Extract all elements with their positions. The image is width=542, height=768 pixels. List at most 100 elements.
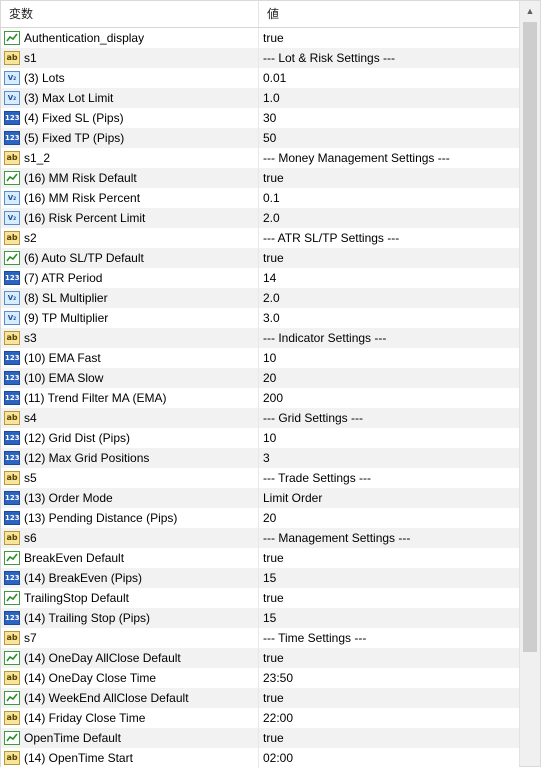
table-row[interactable]: ab s1_2 --- Money Management Settings --- <box>1 148 519 168</box>
table-row[interactable]: ab s7 --- Time Settings --- <box>1 628 519 648</box>
parameter-name-cell[interactable]: 123 (10) EMA Slow <box>1 368 259 388</box>
parameter-name-cell[interactable]: V₂ (3) Max Lot Limit <box>1 88 259 108</box>
parameter-value[interactable]: --- Grid Settings --- <box>259 408 519 428</box>
table-row[interactable]: V₂ (3) Max Lot Limit 1.0 <box>1 88 519 108</box>
table-row[interactable]: (6) Auto SL/TP Default true <box>1 248 519 268</box>
parameter-value[interactable]: true <box>259 548 519 568</box>
table-row[interactable]: 123 (12) Grid Dist (Pips) 10 <box>1 428 519 448</box>
table-row[interactable]: 123 (7) ATR Period 14 <box>1 268 519 288</box>
parameter-name-cell[interactable]: ab s2 <box>1 228 259 248</box>
parameter-value[interactable]: 14 <box>259 268 519 288</box>
parameter-name-cell[interactable]: ab s3 <box>1 328 259 348</box>
parameter-value[interactable]: true <box>259 248 519 268</box>
table-row[interactable]: V₂ (16) Risk Percent Limit 2.0 <box>1 208 519 228</box>
parameter-value[interactable]: --- ATR SL/TP Settings --- <box>259 228 519 248</box>
parameter-name-cell[interactable]: V₂ (16) Risk Percent Limit <box>1 208 259 228</box>
parameter-name-cell[interactable]: ab (14) OpenTime Start <box>1 748 259 768</box>
parameter-name-cell[interactable]: 123 (13) Order Mode <box>1 488 259 508</box>
parameter-name-cell[interactable]: ab s1_2 <box>1 148 259 168</box>
table-row[interactable]: V₂ (8) SL Multiplier 2.0 <box>1 288 519 308</box>
parameter-value[interactable]: --- Indicator Settings --- <box>259 328 519 348</box>
parameter-name-cell[interactable]: 123 (12) Grid Dist (Pips) <box>1 428 259 448</box>
table-row[interactable]: ab s5 --- Trade Settings --- <box>1 468 519 488</box>
parameter-name-cell[interactable]: 123 (10) EMA Fast <box>1 348 259 368</box>
table-row[interactable]: ab s4 --- Grid Settings --- <box>1 408 519 428</box>
parameter-value[interactable]: 30 <box>259 108 519 128</box>
table-row[interactable]: 123 (5) Fixed TP (Pips) 50 <box>1 128 519 148</box>
parameter-value[interactable]: --- Lot & Risk Settings --- <box>259 48 519 68</box>
parameter-value[interactable]: 15 <box>259 608 519 628</box>
parameter-name-cell[interactable]: V₂ (16) MM Risk Percent <box>1 188 259 208</box>
table-row[interactable]: 123 (14) BreakEven (Pips) 15 <box>1 568 519 588</box>
parameter-value[interactable]: 2.0 <box>259 208 519 228</box>
parameter-value[interactable]: Limit Order <box>259 488 519 508</box>
parameter-name-cell[interactable]: (6) Auto SL/TP Default <box>1 248 259 268</box>
table-row[interactable]: BreakEven Default true <box>1 548 519 568</box>
parameter-name-cell[interactable]: 123 (12) Max Grid Positions <box>1 448 259 468</box>
parameter-value[interactable]: 10 <box>259 348 519 368</box>
parameter-value[interactable]: true <box>259 168 519 188</box>
scrollbar-thumb[interactable] <box>523 22 537 652</box>
parameter-name-cell[interactable]: 123 (11) Trend Filter MA (EMA) <box>1 388 259 408</box>
parameter-value[interactable]: 23:50 <box>259 668 519 688</box>
parameter-name-cell[interactable]: 123 (7) ATR Period <box>1 268 259 288</box>
parameter-value[interactable]: --- Management Settings --- <box>259 528 519 548</box>
table-row[interactable]: ab s2 --- ATR SL/TP Settings --- <box>1 228 519 248</box>
parameter-name-cell[interactable]: V₂ (3) Lots <box>1 68 259 88</box>
table-row[interactable]: ab s1 --- Lot & Risk Settings --- <box>1 48 519 68</box>
parameter-value[interactable]: true <box>259 688 519 708</box>
table-row[interactable]: V₂ (9) TP Multiplier 3.0 <box>1 308 519 328</box>
table-row[interactable]: 123 (13) Order Mode Limit Order <box>1 488 519 508</box>
table-row[interactable]: ab s6 --- Management Settings --- <box>1 528 519 548</box>
parameter-value[interactable]: 20 <box>259 368 519 388</box>
table-row[interactable]: 123 (4) Fixed SL (Pips) 30 <box>1 108 519 128</box>
parameter-name-cell[interactable]: Authentication_display <box>1 28 259 48</box>
parameter-name-cell[interactable]: ab s6 <box>1 528 259 548</box>
parameter-value[interactable]: 0.01 <box>259 68 519 88</box>
table-row[interactable]: OpenTime Default true <box>1 728 519 748</box>
parameter-name-cell[interactable]: TrailingStop Default <box>1 588 259 608</box>
parameter-name-cell[interactable]: ab s1 <box>1 48 259 68</box>
parameter-name-cell[interactable]: (14) OneDay AllClose Default <box>1 648 259 668</box>
table-row[interactable]: ab (14) Friday Close Time 22:00 <box>1 708 519 728</box>
parameter-name-cell[interactable]: ab s4 <box>1 408 259 428</box>
table-row[interactable]: 123 (13) Pending Distance (Pips) 20 <box>1 508 519 528</box>
parameter-name-cell[interactable]: ab (14) Friday Close Time <box>1 708 259 728</box>
parameter-value[interactable]: --- Money Management Settings --- <box>259 148 519 168</box>
parameter-name-cell[interactable]: ab s5 <box>1 468 259 488</box>
column-header-value[interactable]: 値 <box>259 1 519 27</box>
parameter-name-cell[interactable]: 123 (4) Fixed SL (Pips) <box>1 108 259 128</box>
table-row[interactable]: (16) MM Risk Default true <box>1 168 519 188</box>
table-row[interactable]: 123 (14) Trailing Stop (Pips) 15 <box>1 608 519 628</box>
parameter-value[interactable]: 10 <box>259 428 519 448</box>
parameter-name-cell[interactable]: 123 (14) BreakEven (Pips) <box>1 568 259 588</box>
table-row[interactable]: V₂ (3) Lots 0.01 <box>1 68 519 88</box>
parameter-name-cell[interactable]: V₂ (8) SL Multiplier <box>1 288 259 308</box>
parameter-value[interactable]: true <box>259 728 519 748</box>
parameter-value[interactable]: 2.0 <box>259 288 519 308</box>
parameter-name-cell[interactable]: BreakEven Default <box>1 548 259 568</box>
parameter-name-cell[interactable]: (14) WeekEnd AllClose Default <box>1 688 259 708</box>
table-row[interactable]: ab (14) OpenTime Start 02:00 <box>1 748 519 768</box>
parameter-name-cell[interactable]: 123 (13) Pending Distance (Pips) <box>1 508 259 528</box>
parameter-value[interactable]: 50 <box>259 128 519 148</box>
parameter-value[interactable]: true <box>259 28 519 48</box>
parameter-name-cell[interactable]: ab (14) OneDay Close Time <box>1 668 259 688</box>
vertical-scrollbar[interactable]: ▲ <box>519 1 540 766</box>
parameter-name-cell[interactable]: ab s7 <box>1 628 259 648</box>
table-row[interactable]: 123 (11) Trend Filter MA (EMA) 200 <box>1 388 519 408</box>
table-row[interactable]: ab s3 --- Indicator Settings --- <box>1 328 519 348</box>
parameter-value[interactable]: 20 <box>259 508 519 528</box>
column-header-variable[interactable]: 変数 <box>1 1 259 27</box>
parameter-name-cell[interactable]: V₂ (9) TP Multiplier <box>1 308 259 328</box>
scroll-up-arrow-icon[interactable]: ▲ <box>520 1 540 21</box>
parameter-value[interactable]: 0.1 <box>259 188 519 208</box>
table-row[interactable]: Authentication_display true <box>1 28 519 48</box>
parameter-value[interactable]: true <box>259 648 519 668</box>
parameter-name-cell[interactable]: OpenTime Default <box>1 728 259 748</box>
parameter-value[interactable]: --- Time Settings --- <box>259 628 519 648</box>
table-row[interactable]: 123 (12) Max Grid Positions 3 <box>1 448 519 468</box>
parameter-value[interactable]: 3 <box>259 448 519 468</box>
parameter-value[interactable]: 22:00 <box>259 708 519 728</box>
table-row[interactable]: 123 (10) EMA Fast 10 <box>1 348 519 368</box>
